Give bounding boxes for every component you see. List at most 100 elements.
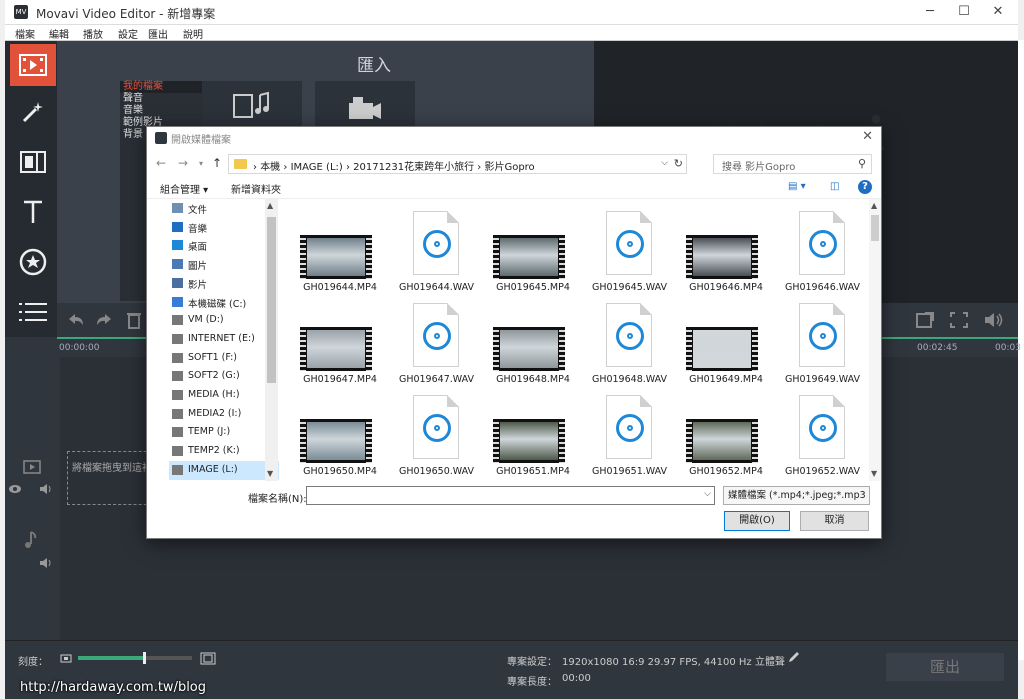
grid-scroll-thumb[interactable] <box>871 215 879 241</box>
undo-icon[interactable] <box>65 311 85 329</box>
back-arrow-icon[interactable]: ← <box>156 156 166 170</box>
audio-file-item[interactable]: GH019651.WAV <box>580 385 667 477</box>
audio-file-item[interactable]: GH019645.WAV <box>580 201 667 293</box>
forward-arrow-icon[interactable]: → <box>178 156 188 170</box>
close-button[interactable]: ✕ <box>981 0 1015 24</box>
maximize-button[interactable]: ☐ <box>947 0 981 24</box>
volume-icon[interactable] <box>983 311 1005 329</box>
new-folder-button[interactable]: 新增資料夾 <box>231 181 281 196</box>
nav-scrollbar[interactable]: ▲ ▼ <box>265 199 278 481</box>
zoom-in-icon[interactable] <box>200 652 216 665</box>
menu-edit[interactable]: 編輯 <box>49 26 69 41</box>
nav-item[interactable]: SOFT2 (G:) <box>169 367 279 386</box>
cancel-button[interactable]: 取消 <box>800 511 869 531</box>
file-name: GH019644.WAV <box>398 282 475 293</box>
organize-button[interactable]: 組合管理 ▾ <box>160 181 208 196</box>
menu-file[interactable]: 檔案 <box>15 26 35 41</box>
nav-scroll-thumb[interactable] <box>267 217 276 383</box>
menu-help[interactable]: 說明 <box>183 26 203 41</box>
audio-file-item[interactable]: GH019648.WAV <box>580 293 667 385</box>
scroll-up-icon[interactable]: ▲ <box>267 201 273 210</box>
fullscreen-icon[interactable] <box>949 311 969 329</box>
nav-item[interactable]: IMAGE (L:) <box>169 460 279 480</box>
nav-item[interactable]: 本機磁碟 (C:) <box>169 293 279 312</box>
stickers-tool-button[interactable] <box>10 241 56 283</box>
address-bar[interactable]: › 本機 › IMAGE (L:) › 20171231花東跨年小旅行 › 影片… <box>228 154 687 174</box>
import-tool-button[interactable] <box>10 44 56 86</box>
video-file-item[interactable]: GH019650.MP4 <box>290 385 377 477</box>
video-file-item[interactable]: GH019649.MP4 <box>676 293 763 385</box>
dialog-close-icon[interactable]: ✕ <box>862 129 873 144</box>
nav-item[interactable]: 影片 <box>169 274 279 293</box>
redo-icon[interactable] <box>95 311 115 329</box>
music-icon <box>172 221 183 232</box>
open-button[interactable]: 開啟(O) <box>724 511 790 531</box>
recent-chevron-icon[interactable]: ▾ <box>199 159 203 168</box>
breadcrumb-item[interactable]: 本機 <box>260 162 280 173</box>
filetype-select[interactable]: 媒體檔案 (*.mp4;*.jpeg;*.mp3 <box>723 486 870 505</box>
video-file-item[interactable]: GH019647.MP4 <box>290 293 377 385</box>
filename-input[interactable]: ⌵ <box>306 486 715 505</box>
file-name: GH019652.MP4 <box>689 466 763 477</box>
video-file-item[interactable]: GH019651.MP4 <box>483 385 570 477</box>
speaker-icon[interactable] <box>39 557 53 569</box>
zoom-slider-handle[interactable] <box>143 652 147 664</box>
help-icon[interactable]: ? <box>858 180 872 194</box>
breadcrumb-item[interactable]: 影片Gopro <box>484 162 534 173</box>
edit-pencil-icon[interactable] <box>787 650 801 664</box>
menu-play[interactable]: 播放 <box>83 26 103 41</box>
more-tools-button[interactable] <box>10 291 56 333</box>
zoom-slider[interactable] <box>78 652 192 664</box>
delete-icon[interactable] <box>127 311 141 329</box>
audio-file-item[interactable]: GH019646.WAV <box>773 201 860 293</box>
video-file-item[interactable]: GH019644.MP4 <box>290 201 377 293</box>
breadcrumb-item[interactable]: IMAGE (L:) <box>291 162 343 173</box>
nav-item[interactable]: INTERNET (E:) <box>169 330 279 349</box>
audio-file-item[interactable]: GH019649.WAV <box>773 293 860 385</box>
audio-file-item[interactable]: GH019650.WAV <box>387 385 474 477</box>
nav-item[interactable]: TEMP2 (K:) <box>169 442 279 461</box>
search-icon[interactable]: ⚲ <box>858 157 866 170</box>
breadcrumb-item[interactable]: 20171231花東跨年小旅行 <box>353 162 474 173</box>
refresh-icon[interactable]: ↻ <box>674 157 683 170</box>
export-button[interactable]: 匯出 <box>886 653 1004 681</box>
menu-export[interactable]: 匯出 <box>148 26 168 41</box>
zoom-out-icon[interactable] <box>60 654 72 663</box>
eye-icon[interactable] <box>8 484 22 494</box>
filters-tool-button[interactable] <box>10 91 56 133</box>
search-box[interactable]: 搜尋 影片Gopro ⚲ <box>713 154 872 174</box>
video-file-item[interactable]: GH019645.MP4 <box>483 201 570 293</box>
detach-preview-icon[interactable] <box>915 311 935 329</box>
nav-item[interactable]: MEDIA2 (I:) <box>169 405 279 424</box>
scroll-down-icon[interactable]: ▼ <box>267 469 273 478</box>
scroll-up-icon[interactable]: ▲ <box>871 201 877 210</box>
address-dropdown-icon[interactable]: ⌵ <box>661 158 668 168</box>
titles-tool-button[interactable] <box>10 191 56 233</box>
transitions-tool-button[interactable] <box>10 141 56 183</box>
minimize-button[interactable]: ─ <box>913 0 947 24</box>
up-arrow-icon[interactable]: ↑ <box>212 156 222 170</box>
nav-item-label: MEDIA2 (I:) <box>188 407 242 419</box>
speaker-icon[interactable] <box>39 483 53 495</box>
view-options-icon[interactable]: ▤ ▾ <box>788 181 806 192</box>
nav-item[interactable]: VM (D:) <box>169 311 279 330</box>
nav-item[interactable]: 文件 <box>169 199 279 218</box>
nav-item[interactable]: SOFT1 (F:) <box>169 349 279 368</box>
nav-item[interactable]: MEDIA (H:) <box>169 386 279 405</box>
video-file-item[interactable]: GH019646.MP4 <box>676 201 763 293</box>
audio-file-item[interactable]: GH019644.WAV <box>387 201 474 293</box>
audio-file-item[interactable]: GH019647.WAV <box>387 293 474 385</box>
nav-item[interactable]: 圖片 <box>169 255 279 274</box>
nav-item[interactable]: TEMP (J:) <box>169 423 279 442</box>
drop-zone[interactable]: 將檔案拖曳到這裡 <box>67 451 157 505</box>
nav-item[interactable]: 桌面 <box>169 236 279 255</box>
video-file-item[interactable]: GH019652.MP4 <box>676 385 763 477</box>
scroll-down-icon[interactable]: ▼ <box>871 469 877 478</box>
video-file-item[interactable]: GH019648.MP4 <box>483 293 570 385</box>
file-grid-scrollbar[interactable]: ▲ ▼ <box>869 199 881 481</box>
preview-pane-icon[interactable]: ◫ <box>830 181 839 192</box>
nav-item[interactable]: 音樂 <box>169 218 279 237</box>
filename-dropdown-icon[interactable]: ⌵ <box>704 489 711 499</box>
audio-file-item[interactable]: GH019652.WAV <box>773 385 860 477</box>
menu-settings[interactable]: 設定 <box>118 26 138 41</box>
